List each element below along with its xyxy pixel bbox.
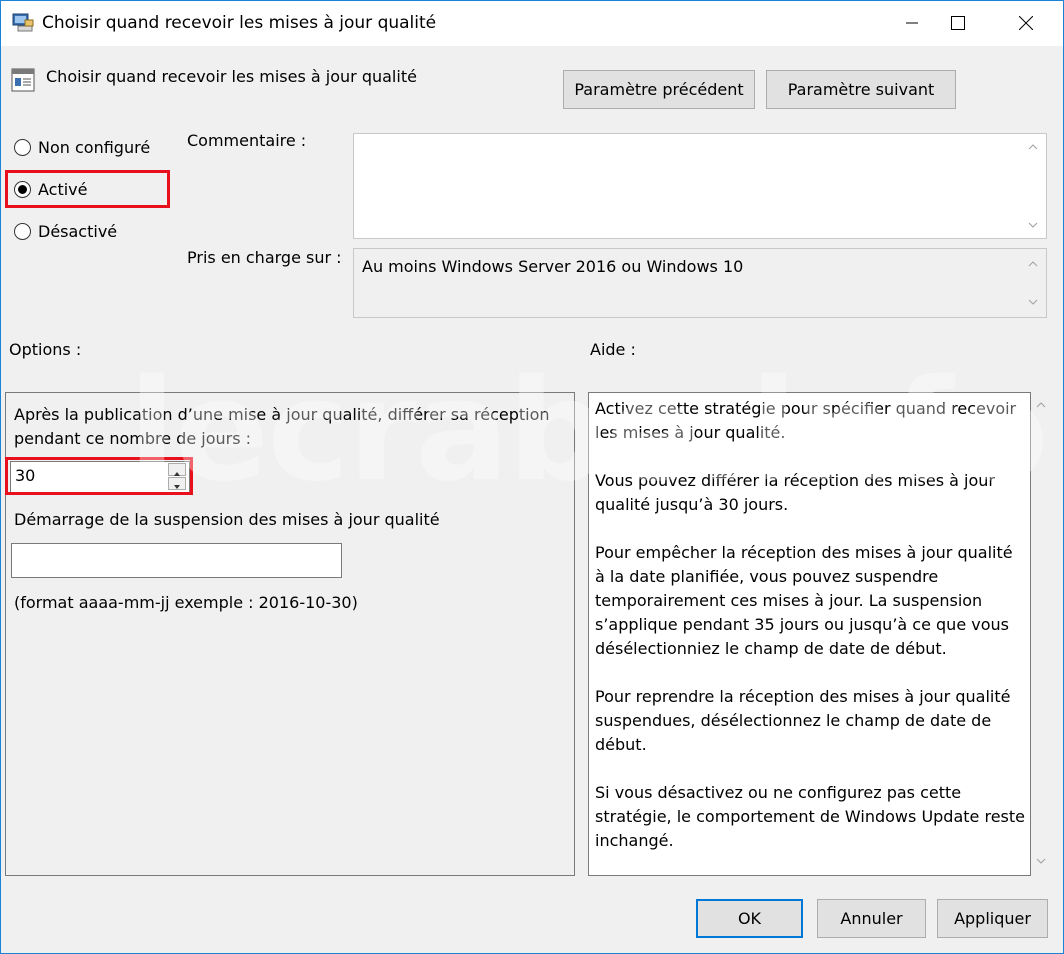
policy-title: Choisir quand recevoir les mises à jour … bbox=[46, 67, 417, 86]
help-paragraph: Vous pouvez différer la réception des mi… bbox=[595, 471, 995, 514]
supported-on-value: Au moins Windows Server 2016 ou Windows … bbox=[362, 257, 744, 276]
enabled-highlight-box bbox=[5, 170, 170, 208]
group-policy-icon bbox=[12, 12, 34, 32]
help-scrollbar[interactable] bbox=[1031, 392, 1049, 876]
policy-setting-icon bbox=[11, 68, 35, 92]
radio-label: Désactivé bbox=[38, 222, 118, 241]
pause-start-input[interactable] bbox=[11, 543, 342, 578]
minimize-button[interactable] bbox=[889, 1, 935, 45]
supported-on-label: Pris en charge sur : bbox=[187, 248, 342, 267]
scroll-down-icon[interactable] bbox=[1026, 218, 1040, 232]
comment-label: Commentaire : bbox=[187, 131, 307, 150]
date-format-hint: (format aaaa-mm-jj exemple : 2016-10-30) bbox=[14, 593, 358, 612]
help-paragraph: Pour empêcher la réception des mises à j… bbox=[595, 543, 1013, 658]
comment-textarea[interactable] bbox=[353, 133, 1047, 239]
radio-not-configured[interactable]: Non configuré bbox=[14, 138, 150, 157]
help-paragraph: Pour reprendre la réception des mises à … bbox=[595, 687, 1011, 754]
radio-button[interactable] bbox=[14, 139, 31, 156]
scroll-up-icon[interactable] bbox=[1026, 140, 1040, 154]
next-setting-button[interactable]: Paramètre suivant bbox=[766, 70, 956, 109]
pause-start-label: Démarrage de la suspension des mises à j… bbox=[14, 510, 440, 529]
defer-days-label: Après la publication d’une mise à jour q… bbox=[14, 405, 550, 448]
scroll-down-icon[interactable] bbox=[1034, 854, 1048, 868]
scroll-up-icon[interactable] bbox=[1026, 257, 1040, 271]
radio-disabled[interactable]: Désactivé bbox=[14, 222, 117, 241]
options-label: Options : bbox=[9, 340, 82, 359]
help-paragraph: Activez cette stratégie pour spécifier q… bbox=[595, 399, 1017, 442]
apply-button[interactable]: Appliquer bbox=[937, 899, 1048, 938]
radio-button[interactable] bbox=[14, 223, 31, 240]
maximize-button[interactable] bbox=[935, 1, 981, 45]
cancel-button[interactable]: Annuler bbox=[817, 899, 926, 938]
spinbox-highlight-box bbox=[5, 457, 193, 495]
maximize-icon bbox=[951, 16, 965, 30]
scroll-down-icon[interactable] bbox=[1026, 295, 1040, 309]
previous-setting-button[interactable]: Paramètre précédent bbox=[563, 70, 755, 109]
help-paragraph: Si vous désactivez ou ne configurez pas … bbox=[595, 783, 1025, 850]
ok-button[interactable]: OK bbox=[696, 899, 803, 938]
close-icon bbox=[1019, 16, 1033, 30]
radio-label: Non configuré bbox=[38, 138, 151, 157]
minimize-icon bbox=[906, 22, 918, 24]
help-label: Aide : bbox=[590, 340, 636, 359]
window-title: Choisir quand recevoir les mises à jour … bbox=[42, 13, 437, 33]
close-button[interactable] bbox=[1003, 1, 1049, 45]
scroll-up-icon[interactable] bbox=[1034, 398, 1048, 412]
